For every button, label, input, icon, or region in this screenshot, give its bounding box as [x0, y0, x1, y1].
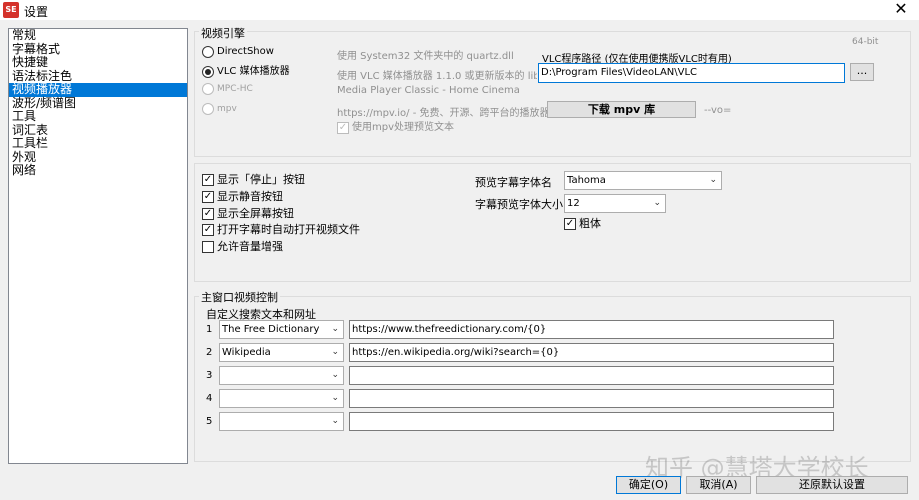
- title-bar: SE 设置 ✕: [0, 0, 919, 20]
- auto-open-video-option[interactable]: ✓ 打开字幕时自动打开视频文件: [202, 223, 360, 237]
- show-mute-checkbox[interactable]: ✓: [202, 191, 214, 203]
- directshow-desc: 使用 System32 文件夹中的 quartz.dll: [337, 51, 514, 62]
- bold-checkbox[interactable]: ✓: [564, 218, 576, 230]
- sidebar-item-network[interactable]: 网络: [9, 164, 187, 178]
- volume-boost-checkbox[interactable]: [202, 241, 214, 253]
- mpc-hc-desc: Media Player Classic - Home Cinema: [337, 85, 520, 96]
- mpv-desc: https://mpv.io/ - 免费、开源、跨平台的播放器: [337, 108, 550, 119]
- search-row-number: 1: [206, 324, 213, 335]
- show-stop-option[interactable]: ✓ 显示「停止」按钮: [202, 173, 305, 187]
- bitness-label: 64-bit: [852, 37, 879, 47]
- search-row-number: 5: [206, 416, 213, 427]
- mpc-hc-label: MPC-HC: [217, 84, 253, 94]
- app-icon: SE: [3, 2, 19, 18]
- directshow-radio[interactable]: [202, 46, 214, 58]
- chevron-down-icon: ⌄: [331, 370, 339, 380]
- browse-vlc-button[interactable]: ...: [850, 63, 874, 81]
- sidebar-item-toolbar[interactable]: 工具栏: [9, 137, 187, 151]
- sidebar-item-syntax-coloring[interactable]: 语法标注色: [9, 69, 187, 84]
- engine-option-vlc[interactable]: VLC 媒体播放器: [202, 65, 290, 79]
- sidebar-item-subtitle-format[interactable]: 字幕格式: [9, 42, 187, 57]
- search-url-field[interactable]: [349, 412, 834, 431]
- search-name-select[interactable]: ⌄: [219, 412, 344, 431]
- mpv-preview-label: 使用mpv处理预览文本: [352, 122, 455, 133]
- preview-font-label: 预览字幕字体名: [475, 176, 552, 189]
- bold-option[interactable]: ✓ 粗体: [564, 217, 601, 231]
- video-engine-group-label: 视频引擎: [199, 25, 247, 41]
- show-fullscreen-checkbox[interactable]: ✓: [202, 208, 214, 220]
- close-button[interactable]: ✕: [891, 0, 911, 20]
- restore-defaults-button[interactable]: 还原默认设置: [756, 476, 908, 494]
- chevron-down-icon: ⌄: [331, 324, 339, 334]
- preview-size-value: 12: [567, 198, 580, 209]
- cancel-button[interactable]: 取消(A): [686, 476, 751, 494]
- search-url-field[interactable]: https://en.wikipedia.org/wiki?search={0}: [349, 343, 834, 362]
- preview-size-select[interactable]: 12 ⌄: [564, 194, 666, 213]
- show-fullscreen-option[interactable]: ✓ 显示全屏幕按钮: [202, 207, 294, 221]
- mpv-preview-checkbox[interactable]: ✓: [337, 122, 349, 134]
- main-window-group-label: 主窗口视频控制: [199, 289, 280, 305]
- mpv-radio[interactable]: [202, 103, 214, 115]
- search-url-field[interactable]: https://www.thefreedictionary.com/{0}: [349, 320, 834, 339]
- search-name-value: The Free Dictionary: [222, 324, 320, 335]
- search-url-field[interactable]: [349, 389, 834, 408]
- show-fullscreen-label: 显示全屏幕按钮: [217, 207, 294, 220]
- settings-sidebar: 常规 字幕格式 快捷键 语法标注色 视频播放器 波形/频谱图 工具 词汇表 工具…: [8, 28, 188, 464]
- search-name-value: Wikipedia: [222, 347, 271, 358]
- engine-option-mpv[interactable]: mpv: [202, 102, 237, 116]
- show-mute-option[interactable]: ✓ 显示静音按钮: [202, 190, 283, 204]
- vlc-radio[interactable]: [202, 66, 214, 78]
- search-row-number: 2: [206, 347, 213, 358]
- window-title: 设置: [24, 5, 49, 19]
- auto-open-video-checkbox[interactable]: ✓: [202, 224, 214, 236]
- sidebar-item-waveform[interactable]: 波形/频谱图: [9, 96, 187, 111]
- directshow-label: DirectShow: [217, 46, 274, 57]
- sidebar-item-word-lists[interactable]: 词汇表: [9, 123, 187, 138]
- search-name-select[interactable]: Wikipedia ⌄: [219, 343, 344, 362]
- engine-option-directshow[interactable]: DirectShow: [202, 45, 274, 59]
- sidebar-item-video-player[interactable]: 视频播放器: [9, 83, 187, 97]
- mpv-preview-option[interactable]: ✓ 使用mpv处理预览文本: [337, 121, 454, 135]
- preview-font-value: Tahoma: [567, 175, 606, 186]
- search-row-number: 4: [206, 393, 213, 404]
- sidebar-item-shortcuts[interactable]: 快捷键: [9, 56, 187, 70]
- download-mpv-button[interactable]: 下载 mpv 库: [547, 101, 696, 118]
- search-name-select[interactable]: The Free Dictionary ⌄: [219, 320, 344, 339]
- ok-button[interactable]: 确定(O): [616, 476, 681, 494]
- vlc-path-field[interactable]: D:\Program Files\VideoLAN\VLC: [538, 63, 845, 83]
- search-url-field[interactable]: [349, 366, 834, 385]
- show-stop-label: 显示「停止」按钮: [217, 173, 305, 186]
- search-name-select[interactable]: ⌄: [219, 389, 344, 408]
- sidebar-item-appearance[interactable]: 外观: [9, 150, 187, 165]
- vlc-desc: 使用 VLC 媒体播放器 1.1.0 或更新版本的 libvlc: [337, 71, 537, 82]
- show-mute-label: 显示静音按钮: [217, 190, 283, 203]
- search-row-number: 3: [206, 370, 213, 381]
- mpv-label: mpv: [217, 104, 237, 114]
- chevron-down-icon: ⌄: [331, 347, 339, 357]
- volume-boost-option[interactable]: 允许音量增强: [202, 240, 283, 254]
- mpv-vo-label: --vo=: [704, 105, 732, 116]
- chevron-down-icon: ⌄: [653, 198, 661, 208]
- chevron-down-icon: ⌄: [709, 175, 717, 185]
- sidebar-item-tools[interactable]: 工具: [9, 110, 187, 124]
- sidebar-item-general[interactable]: 常规: [9, 29, 187, 43]
- chevron-down-icon: ⌄: [331, 393, 339, 403]
- search-name-select[interactable]: ⌄: [219, 366, 344, 385]
- volume-boost-label: 允许音量增强: [217, 240, 283, 253]
- engine-option-mpc-hc[interactable]: MPC-HC: [202, 82, 253, 96]
- chevron-down-icon: ⌄: [331, 416, 339, 426]
- mpc-hc-radio[interactable]: [202, 83, 214, 95]
- preview-font-select[interactable]: Tahoma ⌄: [564, 171, 722, 190]
- bold-label: 粗体: [579, 217, 601, 230]
- preview-size-label: 字幕预览字体大小: [475, 198, 563, 211]
- vlc-label: VLC 媒体播放器: [217, 66, 290, 77]
- auto-open-video-label: 打开字幕时自动打开视频文件: [217, 223, 360, 236]
- show-stop-checkbox[interactable]: ✓: [202, 174, 214, 186]
